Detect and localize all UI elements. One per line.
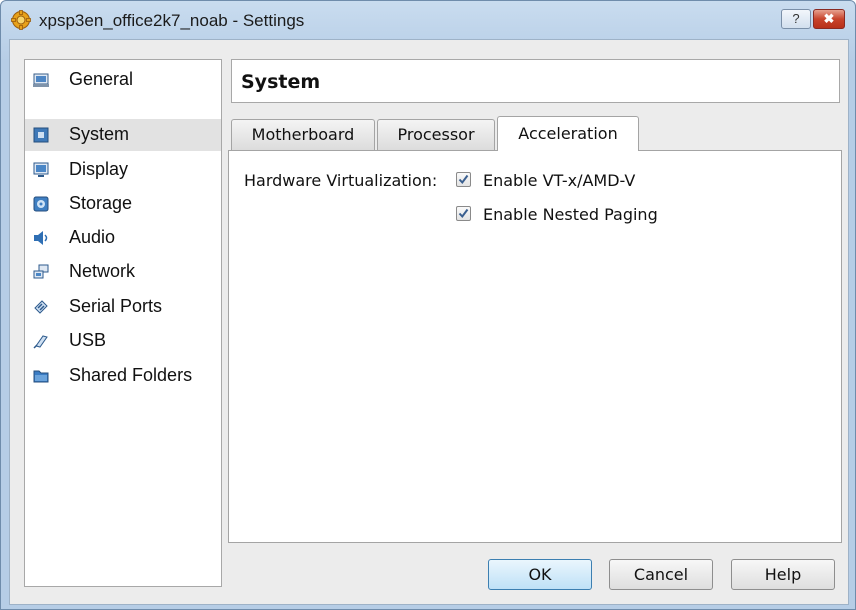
audio-icon: [34, 231, 48, 245]
virtualbox-app-icon: [11, 10, 31, 30]
checkmark-icon: [458, 208, 469, 219]
cancel-button[interactable]: Cancel: [609, 559, 713, 590]
storage-icon: [33, 196, 49, 212]
settings-window: xpsp3en_office2k7_noab - Settings ? ✖ Ge…: [0, 0, 856, 610]
sidebar-item-label: Shared Folders: [69, 365, 193, 385]
sidebar-item-label: General: [69, 69, 134, 89]
section-header: System: [231, 59, 840, 103]
sidebar-item-serial-ports[interactable]: Serial Ports: [25, 291, 221, 323]
general-icon: [33, 73, 49, 87]
sidebar-item-label: Serial Ports: [69, 296, 163, 316]
settings-category-list[interactable]: General System Display Storage Audio Net…: [24, 59, 222, 587]
sidebar-item-display[interactable]: Display: [25, 154, 221, 186]
sidebar-item-label: Network: [69, 261, 136, 281]
network-icon: [33, 264, 49, 279]
sidebar-item-network[interactable]: Network: [25, 256, 221, 288]
sidebar-item-label: USB: [69, 330, 107, 350]
sidebar-item-label: Storage: [69, 193, 133, 213]
help-button[interactable]: Help: [731, 559, 835, 590]
enable-vtx-amdv-label: Enable VT-x/AMD-V: [483, 171, 636, 190]
sidebar-item-label: Audio: [69, 227, 116, 247]
display-icon: [33, 162, 49, 177]
checkmark-icon: [458, 174, 469, 185]
hardware-virtualization-label: Hardware Virtualization:: [244, 171, 438, 190]
tab-motherboard[interactable]: Motherboard: [231, 119, 375, 150]
dialog-body: General System Display Storage Audio Net…: [9, 39, 849, 605]
title-help-button[interactable]: ?: [781, 9, 811, 29]
tab-acceleration[interactable]: Acceleration: [497, 116, 639, 151]
enable-nested-paging-label: Enable Nested Paging: [483, 205, 658, 224]
sidebar-item-label: Display: [69, 159, 129, 179]
sidebar-item-storage[interactable]: Storage: [25, 188, 221, 220]
title-bar[interactable]: xpsp3en_office2k7_noab - Settings ? ✖: [1, 1, 855, 39]
shared-folders-icon: [33, 370, 49, 383]
sidebar-item-audio[interactable]: Audio: [25, 222, 221, 254]
window-title: xpsp3en_office2k7_noab - Settings: [39, 11, 305, 30]
sidebar-item-general[interactable]: General: [25, 64, 221, 96]
enable-nested-paging-checkbox[interactable]: [456, 206, 471, 221]
sidebar-item-usb[interactable]: USB: [25, 325, 221, 357]
title-close-button[interactable]: ✖: [813, 9, 845, 29]
usb-icon: [33, 335, 48, 349]
sidebar-item-label: System: [69, 124, 130, 144]
enable-vtx-amdv-checkbox[interactable]: [456, 172, 471, 187]
ok-button[interactable]: OK: [488, 559, 592, 590]
sidebar-item-system[interactable]: System: [25, 119, 221, 151]
serial-ports-icon: [34, 300, 48, 314]
section-title: System: [241, 71, 321, 93]
tab-processor[interactable]: Processor: [377, 119, 495, 150]
sidebar-item-shared-folders[interactable]: Shared Folders: [25, 360, 221, 392]
acceleration-panel: Hardware Virtualization: Enable VT-x/AMD…: [228, 150, 842, 543]
system-icon: [33, 127, 49, 143]
